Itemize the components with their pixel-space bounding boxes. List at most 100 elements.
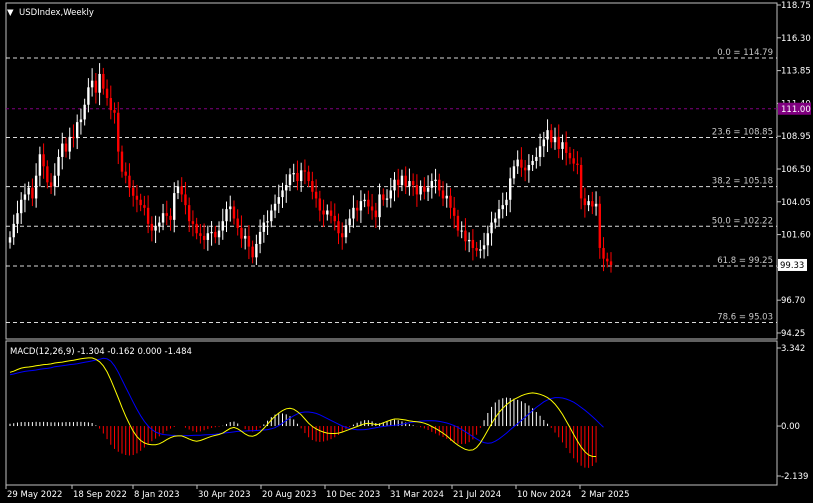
chart-title: USDIndex,Weekly: [19, 8, 94, 18]
candle-up: [98, 73, 101, 93]
candle-down: [449, 195, 452, 208]
candle-up: [501, 205, 504, 210]
price-panel: ▼ USDIndex,Weekly 0.0 = 114.79 23.6 = 108…: [5, 1, 811, 340]
candle-down: [576, 163, 579, 165]
candle-down: [105, 88, 109, 99]
candle-down: [314, 191, 318, 199]
candle-down: [135, 195, 139, 200]
candle-down: [94, 80, 98, 93]
candle-up: [594, 203, 598, 207]
candle-up: [490, 222, 493, 234]
candle-down: [109, 98, 112, 111]
candle-down: [247, 235, 251, 247]
candle-down: [341, 233, 344, 238]
candle-up: [277, 197, 280, 204]
candle-up: [68, 136, 71, 152]
candle-down: [214, 231, 217, 238]
candle-up: [538, 146, 542, 157]
candle-up: [34, 175, 38, 199]
candle-down: [191, 221, 195, 224]
macd-tick-label: 3.342: [781, 344, 805, 354]
fib-level-label: 50.0 = 102.22: [712, 216, 773, 226]
candle-up: [352, 207, 355, 219]
candle-up: [326, 210, 329, 215]
candle-up: [509, 178, 512, 200]
marker-price-label: 111.00: [781, 105, 811, 115]
candle-down: [374, 210, 378, 218]
fib-level-label: 61.8 = 99.25: [717, 256, 773, 266]
title-arrow-icon[interactable]: ▼: [7, 8, 14, 18]
price-tick-label: 106.50: [781, 165, 811, 175]
current-price-label: 99.33: [780, 261, 804, 271]
candle-down: [318, 198, 322, 211]
candle-down: [471, 239, 475, 248]
macd-panel: MACD(12,26,9) -1.304 -0.162 0.000 -1.484…: [5, 340, 808, 486]
candle-down: [609, 261, 613, 265]
candle-up: [255, 243, 258, 258]
time-axis: 29 May 2022 18 Sep 2022 8 Jan 2023 30 Apr 2…: [5, 485, 629, 500]
candle-down: [251, 246, 254, 258]
candle-down: [550, 130, 553, 143]
candle-down: [333, 215, 336, 222]
candle-down: [523, 167, 527, 171]
candle-up: [512, 166, 516, 179]
candle-up: [61, 143, 64, 157]
candle-down: [311, 181, 314, 192]
candle-up: [531, 160, 534, 165]
candle-up: [262, 222, 266, 232]
candle-up: [400, 175, 404, 186]
candle-up: [430, 181, 434, 188]
candle-up: [285, 185, 288, 191]
candle-up: [419, 186, 422, 195]
candle-up: [393, 179, 396, 191]
candle-down: [150, 223, 154, 231]
candle-down: [606, 258, 609, 262]
candle-up: [482, 245, 486, 250]
candle-up: [16, 213, 19, 224]
candle-up: [434, 179, 437, 182]
candle-down: [367, 199, 370, 207]
candle-up: [527, 164, 531, 171]
candle-down: [232, 206, 236, 219]
candle-up: [176, 186, 180, 194]
time-tick-label: 30 Apr 2023: [198, 490, 251, 500]
candle-down: [337, 221, 340, 234]
price-axis: 118.75116.30113.85111.40108.95106.50104.…: [777, 1, 811, 339]
candle-down: [329, 210, 333, 216]
candle-up: [292, 173, 295, 175]
price-tick-label: 108.95: [781, 132, 811, 142]
candle-up: [281, 190, 284, 198]
candle-down: [169, 215, 172, 220]
candle-up: [359, 201, 363, 211]
fib-level-label: 38.2 = 105.18: [712, 177, 773, 187]
candle-down: [102, 73, 105, 89]
candle-down: [438, 179, 441, 191]
candle-down: [415, 185, 419, 195]
candle-down: [124, 171, 127, 176]
candles: [8, 63, 613, 273]
candle-up: [87, 87, 90, 105]
candle-down: [303, 170, 307, 172]
candle-down: [565, 142, 568, 153]
candle-up: [266, 221, 269, 223]
candle-up: [229, 206, 232, 210]
candle-down: [199, 233, 202, 236]
price-tags: 111.00 99.33: [778, 102, 811, 271]
candle-up: [553, 136, 557, 143]
candle-down: [195, 223, 198, 234]
candle-down: [307, 171, 310, 182]
candle-down: [117, 112, 120, 152]
candle-up: [363, 199, 366, 202]
price-tick-label: 94.25: [781, 329, 805, 339]
candle-up: [27, 187, 30, 195]
candle-up: [38, 154, 42, 176]
candle-down: [464, 230, 467, 242]
candle-up: [408, 181, 411, 187]
candle-up: [535, 156, 538, 161]
candle-down: [46, 166, 49, 183]
candle-down: [591, 201, 594, 207]
candle-down: [202, 235, 206, 240]
candle-up: [23, 194, 27, 200]
candle-down: [113, 110, 116, 113]
candle-down: [557, 136, 560, 149]
